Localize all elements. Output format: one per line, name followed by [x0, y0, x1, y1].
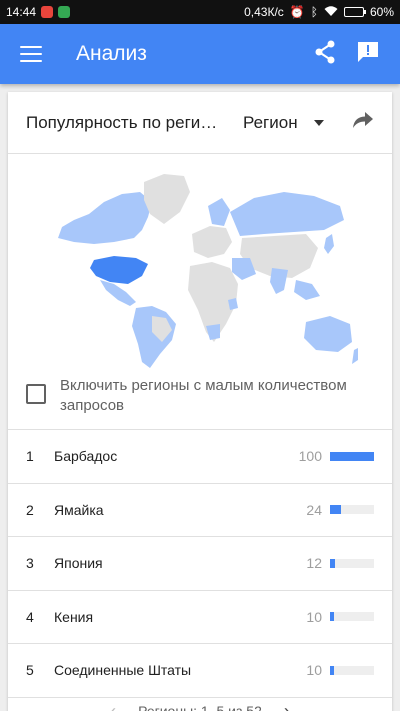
map-region-southern-africa — [206, 324, 220, 340]
region-bar-fill — [330, 612, 335, 622]
low-volume-regions-row: Включить регионы с малым количеством зап… — [26, 376, 376, 416]
feedback-icon[interactable] — [356, 40, 380, 69]
region-name: Ямайка — [54, 501, 104, 518]
region-bar — [330, 558, 374, 568]
network-speed: 0,43К/с — [244, 5, 284, 19]
map-region-usa — [90, 256, 148, 284]
world-map — [44, 172, 360, 372]
alarm-icon: ⏰ — [289, 5, 305, 19]
table-row[interactable]: 5 Соединенные Штаты 10 — [8, 644, 392, 698]
map-region-russia — [230, 192, 344, 236]
region-rank: 5 — [26, 662, 34, 679]
table-row[interactable]: 2 Ямайка 24 — [8, 484, 392, 537]
region-rank: 1 — [26, 448, 34, 465]
region-name: Барбадос — [54, 448, 118, 465]
region-value: 24 — [306, 501, 322, 518]
world-map-svg — [58, 174, 358, 368]
low-volume-regions-label: Включить регионы с малым количеством зап… — [60, 377, 347, 414]
app-notification-icon — [58, 6, 71, 18]
chrome-icon — [41, 6, 54, 18]
page-title: Анализ — [76, 42, 147, 65]
share-arrow-icon[interactable] — [352, 111, 374, 134]
map-region-japan — [324, 234, 334, 254]
chevron-left-icon[interactable]: ‹ — [110, 701, 116, 711]
region-value: 100 — [298, 448, 322, 465]
pagination: ‹ Регионы: 1–5 из 52 › — [8, 696, 392, 711]
chevron-down-icon — [313, 119, 324, 126]
region-rank: 3 — [26, 555, 34, 572]
region-dropdown-label: Регион — [243, 112, 298, 132]
map-region-australia — [304, 316, 352, 352]
pagination-label: Регионы: 1–5 из 52 — [138, 703, 262, 711]
region-name: Япония — [54, 555, 103, 572]
region-rank: 2 — [26, 501, 34, 518]
menu-icon[interactable] — [20, 46, 42, 62]
region-rank: 4 — [26, 608, 34, 625]
app-bar: Анализ — [0, 24, 400, 84]
region-bar — [330, 505, 374, 515]
map-region-southeast-asia — [294, 280, 320, 300]
region-bar — [330, 612, 374, 622]
chevron-right-icon[interactable]: › — [284, 701, 290, 711]
battery-icon — [343, 7, 366, 17]
region-bar-fill — [330, 665, 335, 675]
map-region-mexico — [100, 280, 136, 306]
region-bar — [330, 665, 374, 675]
map-region-south-america — [132, 306, 176, 368]
map-region-europe — [192, 226, 232, 258]
map-region-greenland — [144, 174, 190, 224]
battery-percent: 60% — [369, 5, 394, 19]
table-row[interactable]: 4 Кения 10 — [8, 591, 392, 644]
region-name: Кения — [54, 608, 94, 625]
map-region-canada — [58, 192, 152, 244]
region-value: 10 — [306, 608, 322, 625]
low-volume-regions-checkbox[interactable] — [26, 384, 46, 404]
bluetooth-icon: ᛒ — [310, 5, 318, 19]
region-dropdown[interactable]: Регион — [243, 113, 324, 133]
region-bar-fill — [330, 558, 336, 568]
card-header: Популярность по регионам Регион — [8, 92, 392, 154]
map-region-scandinavia — [208, 198, 230, 226]
status-time: 14:44 — [6, 5, 37, 19]
region-bar-fill — [330, 505, 341, 515]
region-bar-fill — [330, 451, 374, 461]
region-list: 1 Барбадос 100 2 Ямайка 24 3 Япония 12 4 — [8, 429, 392, 698]
map-region-india — [270, 268, 288, 294]
map-region-new-zealand — [352, 348, 358, 364]
region-value: 12 — [306, 555, 322, 572]
region-name: Соединенные Штаты — [54, 662, 192, 679]
table-row[interactable]: 3 Япония 12 — [8, 537, 392, 591]
region-bar — [330, 451, 374, 461]
share-icon[interactable] — [314, 40, 336, 69]
regional-interest-card: Популярность по регионам Регион Включить… — [8, 92, 392, 711]
wifi-icon — [324, 5, 338, 20]
status-bar: 14:44 0,43К/с ⏰ ᛒ 60% — [0, 0, 400, 24]
table-row[interactable]: 1 Барбадос 100 — [8, 430, 392, 484]
card-title: Популярность по регионам — [26, 112, 221, 132]
region-value: 10 — [306, 662, 322, 679]
